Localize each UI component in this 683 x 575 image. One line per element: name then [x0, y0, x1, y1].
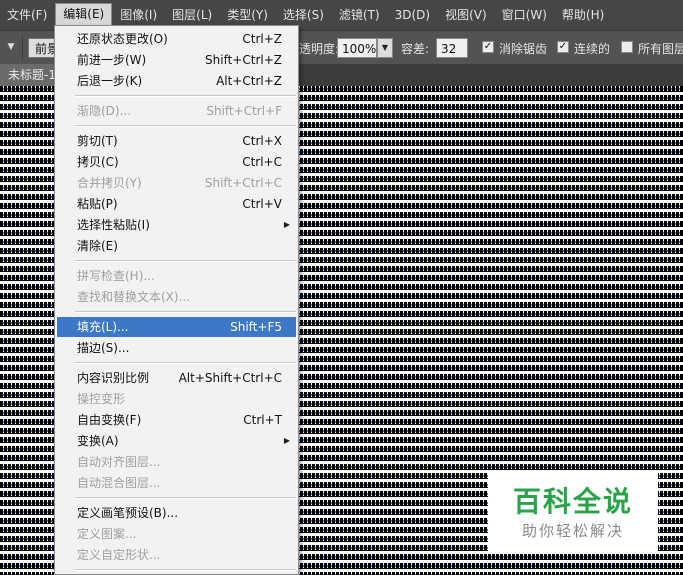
menu-item-copy-merged: 合并拷贝(Y) Shift+Ctrl+C — [57, 173, 296, 193]
menu-divider — [75, 497, 296, 499]
menu-item-label: 定义图案... — [77, 527, 137, 541]
menu-item-shortcut: Alt+Ctrl+Z — [216, 74, 282, 88]
menu-item-clear[interactable]: 清除(E) — [57, 236, 296, 256]
menu-item-label: 定义画笔预设(B)... — [77, 506, 179, 520]
menu-item-puppet-warp: 操控变形 — [57, 389, 296, 409]
menu-type[interactable]: 类型(Y) — [220, 4, 275, 26]
menu-item-shortcut: Ctrl+T — [243, 413, 282, 427]
menu-item-define-pattern: 定义图案... — [57, 524, 296, 544]
opacity-dropdown-icon[interactable]: ▼ — [377, 38, 393, 58]
menu-item-shortcut: Ctrl+C — [242, 155, 282, 169]
menu-item-copy[interactable]: 拷贝(C) Ctrl+C — [57, 152, 296, 172]
menu-item-find-replace: 查找和替换文本(X)... — [57, 287, 296, 307]
menu-item-auto-align-layers: 自动对齐图层... — [57, 452, 296, 472]
menu-item-label: 前进一步(W) — [77, 53, 147, 67]
menu-image[interactable]: 图像(I) — [113, 4, 164, 26]
tolerance-input[interactable]: 32 — [436, 38, 468, 58]
menu-item-step-forward[interactable]: 前进一步(W) Shift+Ctrl+Z — [57, 50, 296, 70]
menu-item-fade: 渐隐(D)... Shift+Ctrl+F — [57, 101, 296, 121]
menu-item-label: 拼写检查(H)... — [77, 269, 155, 283]
edit-menu-dropdown: 还原状态更改(O) Ctrl+Z 前进一步(W) Shift+Ctrl+Z 后退… — [54, 25, 299, 575]
menu-item-label: 后退一步(K) — [77, 74, 143, 88]
menu-divider — [75, 311, 296, 313]
menu-divider — [75, 260, 296, 262]
menu-item-transform[interactable]: 变换(A) ▶ — [57, 431, 296, 451]
menu-file[interactable]: 文件(F) — [0, 4, 54, 26]
menu-item-label: 选择性粘贴(I) — [77, 218, 150, 232]
menu-divider — [75, 125, 296, 127]
menu-divider — [75, 569, 296, 571]
menu-divider — [75, 362, 296, 364]
menu-item-fill[interactable]: 填充(L)... Shift+F5 — [57, 317, 296, 337]
document-tab[interactable]: 未标题-1 — [0, 64, 60, 86]
menu-item-auto-blend-layers: 自动混合图层... — [57, 473, 296, 493]
menu-item-define-custom-shape: 定义自定形状... — [57, 545, 296, 565]
antialias-checkbox[interactable]: ✓ — [482, 41, 494, 53]
menu-view[interactable]: 视图(V) — [438, 4, 494, 26]
menu-item-content-aware-scale[interactable]: 内容识别比例 Alt+Shift+Ctrl+C — [57, 368, 296, 388]
antialias-label: 消除锯齿 — [499, 42, 548, 56]
menu-item-label: 拷贝(C) — [77, 155, 119, 169]
menu-select[interactable]: 选择(S) — [276, 4, 331, 26]
menu-item-shortcut: Ctrl+X — [242, 134, 282, 148]
menu-item-label: 内容识别比例 — [77, 371, 150, 385]
menu-item-label: 还原状态更改(O) — [77, 32, 168, 46]
menu-item-shortcut: Shift+F5 — [230, 320, 282, 334]
submenu-arrow-icon: ▶ — [283, 220, 290, 229]
menu-item-label: 渐隐(D)... — [77, 104, 132, 118]
menu-layer[interactable]: 图层(L) — [165, 4, 219, 26]
menu-item-spell-check: 拼写检查(H)... — [57, 266, 296, 286]
menu-item-cut[interactable]: 剪切(T) Ctrl+X — [57, 131, 296, 151]
menu-item-step-backward[interactable]: 后退一步(K) Alt+Ctrl+Z — [57, 71, 296, 91]
contiguous-label: 连续的 — [574, 42, 611, 56]
menu-item-undo[interactable]: 还原状态更改(O) Ctrl+Z — [57, 29, 296, 49]
menu-filter[interactable]: 滤镜(T) — [332, 4, 387, 26]
tool-preset-dropdown-icon[interactable]: ▼ — [4, 40, 18, 54]
menu-item-shortcut: Ctrl+Z — [242, 32, 282, 46]
menu-3d[interactable]: 3D(D) — [388, 4, 437, 26]
watermark-title: 百科全说 — [512, 485, 633, 518]
menu-item-paste[interactable]: 粘贴(P) Ctrl+V — [57, 194, 296, 214]
tolerance-label: 容差: — [401, 42, 430, 56]
menu-item-label: 自动混合图层... — [77, 476, 161, 490]
menu-item-label: 自动对齐图层... — [77, 455, 161, 469]
menu-edit[interactable]: 编辑(E) — [55, 3, 113, 27]
menu-item-free-transform[interactable]: 自由变换(F) Ctrl+T — [57, 410, 296, 430]
menu-item-shortcut: Ctrl+V — [242, 197, 282, 211]
menu-item-define-brush-preset[interactable]: 定义画笔预设(B)... — [57, 503, 296, 523]
menu-item-label: 查找和替换文本(X)... — [77, 290, 191, 304]
opacity-label: 透明度: — [299, 42, 340, 56]
menu-item-label: 清除(E) — [77, 239, 118, 253]
menu-item-shortcut: Shift+Ctrl+F — [206, 104, 282, 118]
menu-item-shortcut: Shift+Ctrl+Z — [205, 53, 282, 67]
menu-item-label: 描边(S)... — [77, 341, 130, 355]
menu-item-label: 变换(A) — [77, 434, 119, 448]
menu-item-label: 粘贴(P) — [77, 197, 118, 211]
menu-item-label: 自由变换(F) — [77, 413, 142, 427]
menu-help[interactable]: 帮助(H) — [555, 4, 611, 26]
menu-item-stroke[interactable]: 描边(S)... — [57, 338, 296, 358]
contiguous-checkbox[interactable]: ✓ — [557, 41, 569, 53]
menu-divider — [75, 95, 296, 97]
watermark-subtitle: 助你轻松解决 — [521, 522, 624, 540]
menu-item-label: 定义自定形状... — [77, 548, 161, 562]
watermark: 百科全说 助你轻松解决 — [488, 470, 658, 552]
options-divider — [22, 36, 23, 60]
menu-window[interactable]: 窗口(W) — [495, 4, 554, 26]
all-layers-label: 所有图层 — [638, 42, 683, 56]
menu-item-label: 合并拷贝(Y) — [77, 176, 142, 190]
menu-item-shortcut: Shift+Ctrl+C — [204, 176, 282, 190]
menu-item-shortcut: Alt+Shift+Ctrl+C — [178, 371, 282, 385]
menu-item-paste-special[interactable]: 选择性粘贴(I) ▶ — [57, 215, 296, 235]
opacity-input[interactable]: 100% — [337, 38, 377, 58]
menu-item-label: 剪切(T) — [77, 134, 118, 148]
menu-item-label: 操控变形 — [77, 392, 126, 406]
all-layers-checkbox[interactable] — [621, 41, 633, 53]
menu-item-label: 填充(L)... — [77, 320, 129, 334]
submenu-arrow-icon: ▶ — [283, 436, 290, 445]
